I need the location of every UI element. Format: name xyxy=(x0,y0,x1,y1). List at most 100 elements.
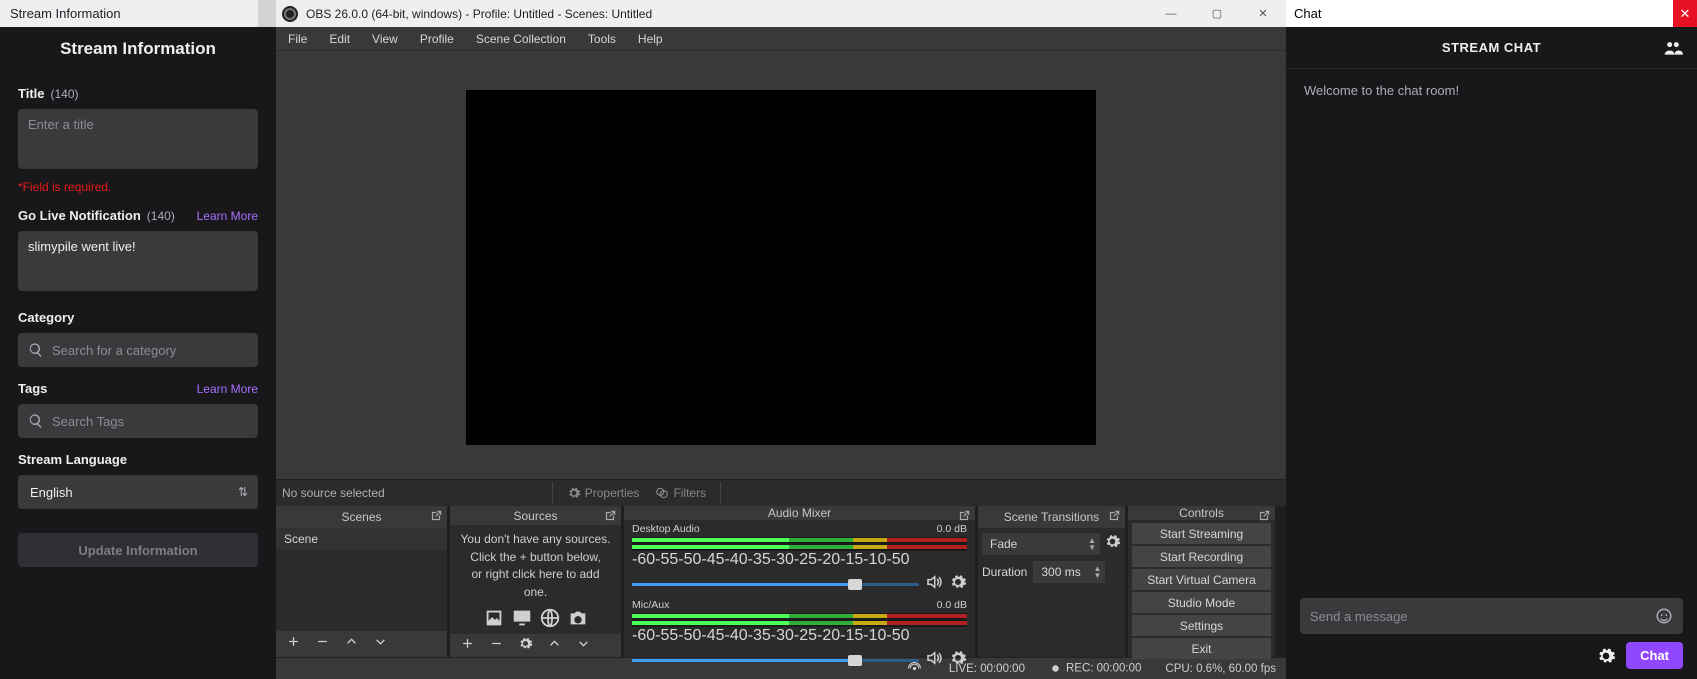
title-error: *Field is required. xyxy=(18,180,258,194)
language-value: English xyxy=(30,485,73,500)
menu-profile[interactable]: Profile xyxy=(420,32,454,46)
remove-source-button[interactable] xyxy=(489,636,504,656)
obs-menubar: File Edit View Profile Scene Collection … xyxy=(276,27,1286,51)
obs-titlebar: OBS 26.0.0 (64-bit, windows) - Profile: … xyxy=(276,0,1286,27)
language-select[interactable]: English ⇅ xyxy=(18,475,258,509)
control-button-settings[interactable]: Settings xyxy=(1132,615,1271,636)
control-button-start-recording[interactable]: Start Recording xyxy=(1132,546,1271,567)
tags-input[interactable] xyxy=(52,414,248,429)
category-input[interactable] xyxy=(52,343,248,358)
track-db: 0.0 dB xyxy=(937,599,967,611)
chat-window-title: Chat xyxy=(1294,6,1321,21)
chevron-updown-icon: ▲▼ xyxy=(1088,537,1096,551)
control-button-exit[interactable]: Exit xyxy=(1132,638,1271,659)
menu-scene-collection[interactable]: Scene Collection xyxy=(476,32,566,46)
tags-label: Tags xyxy=(18,381,47,396)
control-button-start-streaming[interactable]: Start Streaming xyxy=(1132,523,1271,544)
transition-settings-button[interactable] xyxy=(1104,533,1121,555)
control-button-studio-mode[interactable]: Studio Mode xyxy=(1132,592,1271,613)
track-settings-button[interactable] xyxy=(949,649,967,672)
move-source-up-button[interactable] xyxy=(547,636,562,656)
control-button-start-virtual-camera[interactable]: Start Virtual Camera xyxy=(1132,569,1271,590)
gear-icon[interactable] xyxy=(1596,646,1616,666)
emote-icon[interactable] xyxy=(1655,607,1673,625)
scene-item[interactable]: Scene xyxy=(276,528,447,550)
separator xyxy=(552,482,553,504)
title-input[interactable] xyxy=(18,109,258,169)
chat-send-button[interactable]: Chat xyxy=(1626,642,1683,669)
no-source-label: No source selected xyxy=(282,486,385,500)
menu-view[interactable]: View xyxy=(372,32,398,46)
menu-help[interactable]: Help xyxy=(638,32,663,46)
notif-input[interactable] xyxy=(18,231,258,291)
volume-slider[interactable] xyxy=(632,659,919,662)
update-information-button[interactable]: Update Information xyxy=(18,533,258,567)
sources-empty-3: or right click here to add one. xyxy=(460,566,611,601)
obs-window-title: OBS 26.0.0 (64-bit, windows) - Profile: … xyxy=(306,7,652,21)
separator xyxy=(720,482,721,504)
popout-icon[interactable] xyxy=(1107,509,1121,523)
source-settings-button[interactable] xyxy=(518,636,533,656)
move-scene-down-button[interactable] xyxy=(373,634,388,654)
move-scene-up-button[interactable] xyxy=(344,634,359,654)
title-label: Title xyxy=(18,86,45,101)
audio-meter xyxy=(632,613,967,627)
add-source-button[interactable] xyxy=(460,636,475,656)
browser-source-icon xyxy=(539,607,561,634)
stream-info-titlebar: Stream Information xyxy=(0,0,276,27)
tags-learn-more[interactable]: Learn More xyxy=(197,382,258,396)
display-source-icon xyxy=(511,607,533,634)
add-scene-button[interactable] xyxy=(286,634,301,654)
chat-welcome: Welcome to the chat room! xyxy=(1304,83,1679,98)
filters-button[interactable]: Filters xyxy=(649,486,712,500)
users-icon[interactable] xyxy=(1663,38,1683,58)
sources-empty-2: Click the + button below, xyxy=(460,549,611,566)
language-label: Stream Language xyxy=(18,452,127,467)
chat-header: STREAM CHAT xyxy=(1286,27,1697,69)
track-db: 0.0 dB xyxy=(937,523,967,535)
track-name: Desktop Audio xyxy=(632,523,700,535)
minimize-button[interactable]: — xyxy=(1148,0,1194,27)
sources-empty-1: You don't have any sources. xyxy=(460,531,611,548)
close-button[interactable]: ✕ xyxy=(1673,0,1697,27)
tags-search[interactable] xyxy=(18,404,258,438)
menu-file[interactable]: File xyxy=(288,32,307,46)
track-name: Mic/Aux xyxy=(632,599,669,611)
popout-icon[interactable] xyxy=(429,509,443,523)
notif-label: Go Live Notification xyxy=(18,208,141,223)
duration-input[interactable]: 300 ms ▲▼ xyxy=(1033,561,1105,583)
audio-meter xyxy=(632,537,967,551)
preview-area[interactable] xyxy=(276,51,1286,479)
notif-learn-more[interactable]: Learn More xyxy=(197,209,258,223)
maximize-button[interactable]: ▢ xyxy=(1194,0,1240,27)
chat-titlebar: Chat ✕ xyxy=(1286,0,1697,27)
camera-source-icon xyxy=(567,607,589,634)
speaker-icon[interactable] xyxy=(925,649,943,672)
status-cpu: CPU: 0.6%, 60.00 fps xyxy=(1165,663,1276,675)
menu-tools[interactable]: Tools xyxy=(588,32,616,46)
properties-button[interactable]: Properties xyxy=(561,486,646,500)
category-search[interactable] xyxy=(18,333,258,367)
transitions-title: Scene Transitions xyxy=(1004,510,1099,524)
stream-info-tab-square xyxy=(258,0,276,27)
popout-icon[interactable] xyxy=(603,509,617,523)
title-count: (140) xyxy=(51,87,79,101)
stream-info-window-title: Stream Information xyxy=(10,6,121,21)
scenes-title: Scenes xyxy=(341,510,381,524)
transition-select[interactable]: Fade ▲▼ xyxy=(982,533,1100,555)
speaker-icon[interactable] xyxy=(925,573,943,596)
track-settings-button[interactable] xyxy=(949,573,967,596)
sources-title: Sources xyxy=(513,509,557,523)
search-icon xyxy=(28,413,44,429)
preview-canvas[interactable] xyxy=(466,90,1096,445)
record-icon xyxy=(1049,663,1066,675)
remove-scene-button[interactable] xyxy=(315,634,330,654)
mixer-title: Audio Mixer xyxy=(768,506,831,520)
volume-slider[interactable] xyxy=(632,583,919,586)
controls-title: Controls xyxy=(1179,506,1224,520)
menu-edit[interactable]: Edit xyxy=(329,32,350,46)
close-button[interactable]: ✕ xyxy=(1240,0,1286,27)
chat-input[interactable]: Send a message xyxy=(1300,598,1683,634)
move-source-down-button[interactable] xyxy=(576,636,591,656)
obs-logo-icon xyxy=(282,6,298,22)
